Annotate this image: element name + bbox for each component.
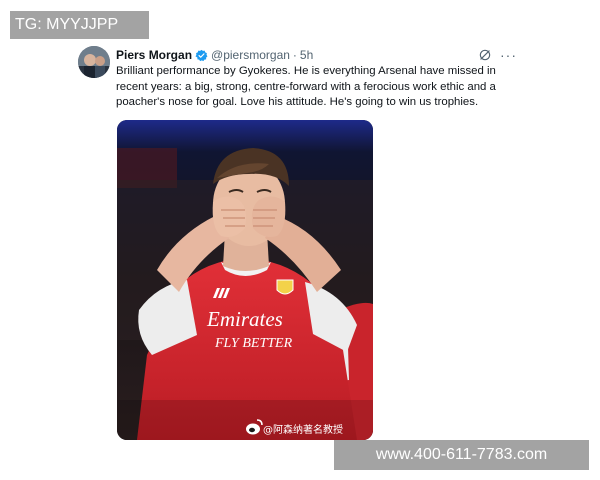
tweet-header: Piers Morgan @piersmorgan · 5h ··· [116, 46, 517, 64]
url-overlay: www.400-611-7783.com [334, 440, 589, 470]
tweet-media-image[interactable]: Emirates FLY BETTER @阿森纳著名教授 [117, 120, 373, 440]
sponsor-text-line2: FLY BETTER [214, 336, 293, 351]
separator-dot: · [292, 48, 297, 62]
header-actions: ··· [478, 48, 517, 62]
avatar[interactable] [78, 46, 110, 78]
author-name[interactable]: Piers Morgan [116, 48, 192, 62]
verified-badge-icon [195, 49, 208, 61]
tweet-text: Brilliant performance by Gyokeres. He is… [116, 65, 496, 108]
channel-tag-overlay: TG: MYYJJPP [10, 11, 149, 39]
tweet-card[interactable]: Piers Morgan @piersmorgan · 5h ··· Brill… [73, 38, 525, 442]
timestamp[interactable]: 5h [300, 48, 313, 62]
grok-icon[interactable] [478, 48, 492, 62]
sponsor-text-line1: Emirates [206, 307, 283, 331]
author-handle[interactable]: @piersmorgan [211, 48, 290, 62]
more-icon[interactable]: ··· [500, 48, 517, 62]
image-watermark: @阿森纳著名教授 [263, 423, 343, 436]
